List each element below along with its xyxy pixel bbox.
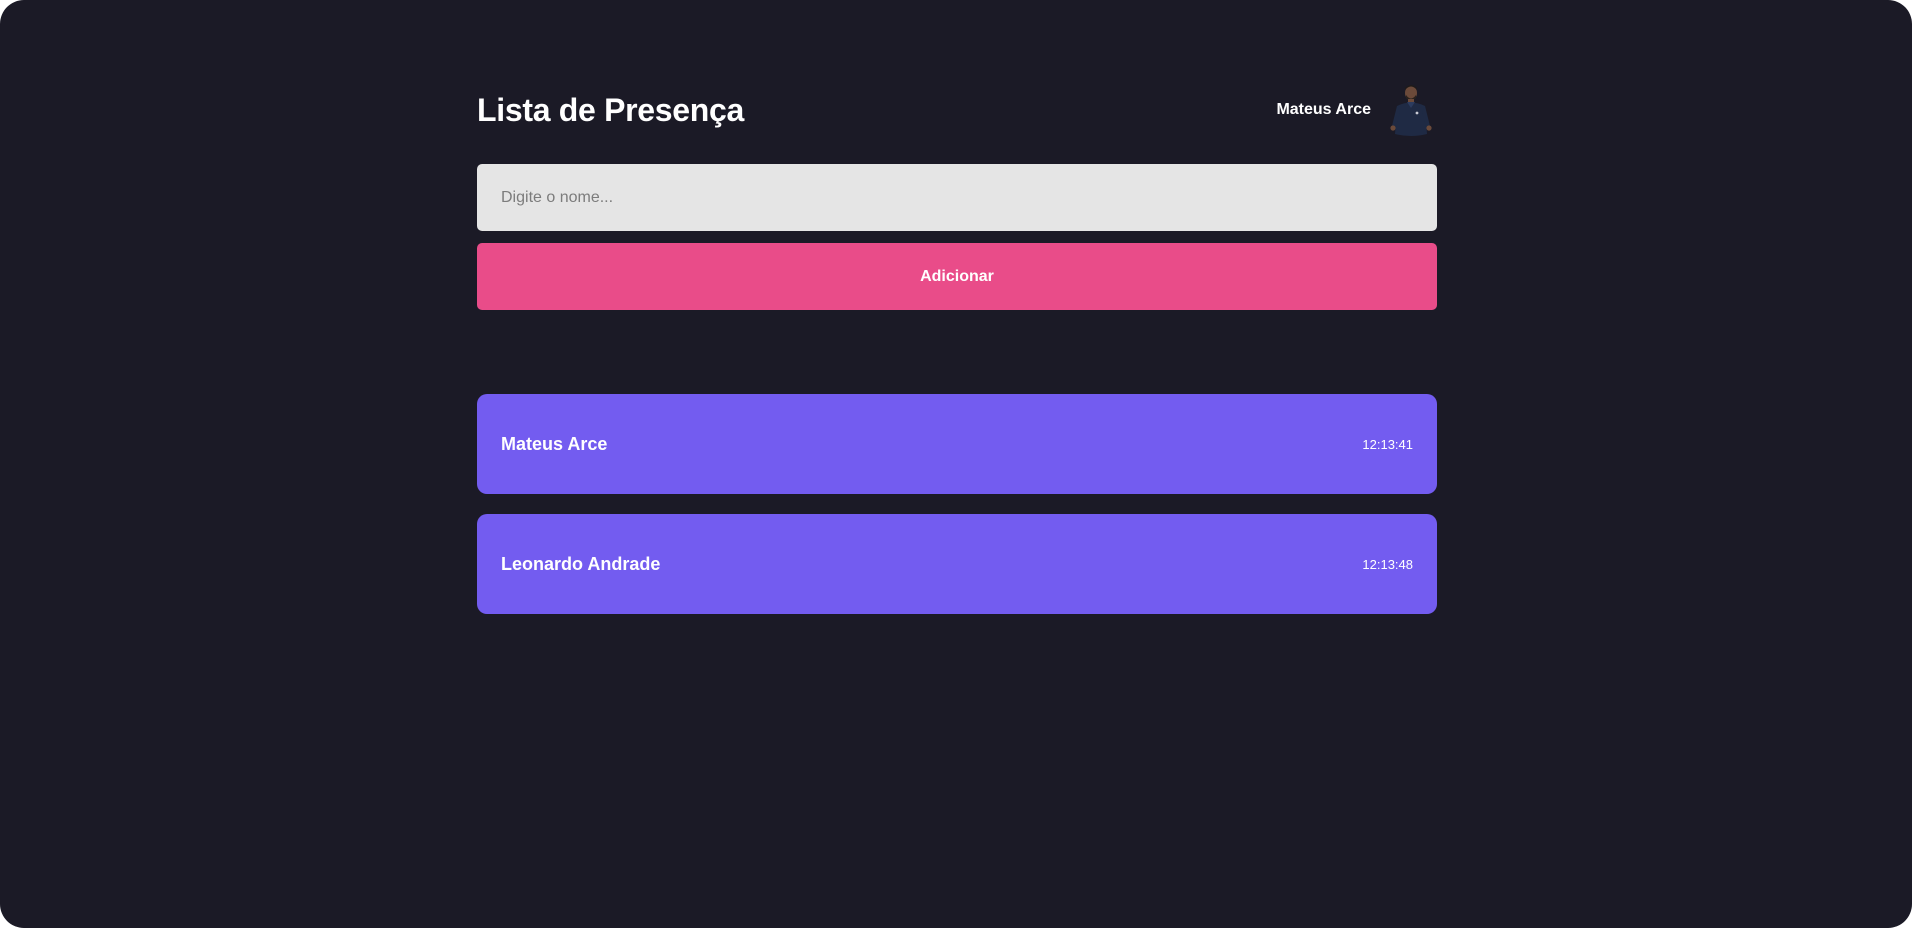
add-button[interactable]: Adicionar [477,243,1437,310]
user-avatar-icon [1390,85,1432,136]
attendee-time: 12:13:41 [1362,436,1413,452]
attendee-name: Leonardo Andrade [501,553,661,574]
attendee-card: Leonardo Andrade 12:13:48 [477,514,1437,614]
user-name: Mateus Arce [1276,101,1371,118]
name-input[interactable] [477,164,1437,231]
attendee-card: Mateus Arce 12:13:41 [477,394,1437,494]
attendee-name: Mateus Arce [501,433,608,454]
app-window: Lista de Presença Mateus Arce Digite o n… [0,0,1912,928]
attendee-time: 12:13:48 [1362,556,1413,572]
header: Lista de Presença Mateus Arce [477,80,1437,140]
page-title: Lista de Presença [477,91,745,128]
user-profile: Mateus Arce [1276,82,1437,138]
attendee-list: Mateus Arce 12:13:41 Leonardo Andrade 12… [477,394,1437,634]
